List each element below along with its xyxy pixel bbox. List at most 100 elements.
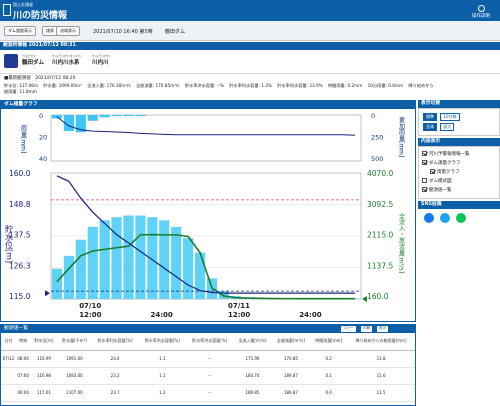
help-label: 操作説明	[472, 14, 490, 19]
content-option-0[interactable]: 河川予警報情報一覧	[422, 150, 496, 159]
table-cell: 23.4	[91, 350, 139, 368]
flow-tick: 4070.0	[367, 169, 393, 178]
copy-button[interactable]: コピー	[341, 326, 356, 332]
inflow-bar	[87, 226, 98, 299]
table-cell: 1083.00	[57, 367, 92, 385]
inflow-bar	[183, 238, 194, 299]
table-cell: 189.87	[271, 384, 311, 402]
table-header-cell: 時刻	[15, 333, 31, 351]
help-button[interactable]: 操作説明	[472, 5, 490, 19]
whole-chip[interactable]: 全体	[423, 123, 437, 131]
table-header-cell: 時間雨量[mm]	[310, 333, 348, 351]
basin-button[interactable]: 流域表示	[56, 26, 80, 36]
inflow-bar	[194, 252, 206, 299]
level-axis-label: 貯水位[m]	[5, 224, 14, 263]
checkbox-icon[interactable]	[422, 160, 427, 165]
app-header: 国土交通省 川の防災情報 操作説明	[0, 0, 500, 21]
x-day-label: 07/11	[228, 302, 250, 310]
inflow-bar	[51, 268, 63, 299]
flow-tick: 3092.5	[367, 200, 393, 209]
table-cell: --	[185, 384, 234, 402]
rain-bar	[111, 115, 122, 117]
standard-chip[interactable]: 標準	[423, 113, 437, 121]
content-bar: 内容表示	[418, 138, 500, 146]
table-body: 07/12 08:00 116.99 1091.00 23.4 1.1 -- 175.99 17…	[1, 350, 415, 402]
app-title: 川の防災情報	[13, 11, 68, 21]
inflow-bar	[171, 226, 182, 299]
dam-view-button[interactable]: ダム諸量表示	[4, 26, 36, 36]
cum-tick: 0	[371, 112, 375, 120]
table-cell: 08:00	[15, 350, 31, 368]
river-system: 川内川水系	[52, 60, 80, 66]
table-cell	[1, 384, 16, 402]
table-cell: 23.7	[91, 384, 139, 402]
checkbox-icon[interactable]	[422, 178, 427, 183]
line-icon[interactable]	[456, 213, 466, 223]
table-cell: 0.0	[310, 384, 348, 402]
observatory-bar: 観測所情報 2021/07/12 08:31	[0, 42, 500, 50]
table-cell: 11.6	[347, 367, 415, 385]
table-cell: 11.5	[347, 384, 415, 402]
content-option-3[interactable]: ダム模式図	[422, 177, 496, 186]
flow-axis-label: 全流入・放流量[m³/s]	[398, 212, 405, 273]
flow-tick: 2115.0	[367, 231, 393, 240]
rain-tick: 0	[39, 112, 43, 120]
table-cell: 117.01	[30, 384, 58, 402]
observation-table-panel: 観測値一覧 コピー 印刷 表示 日付 時刻 貯水位[m] 貯水量[千m³] 貯水率利水容…	[0, 324, 416, 406]
flow-tick: 160.0	[367, 292, 389, 301]
dam-name-label: 鶴田ダム	[165, 29, 186, 35]
content-option-2[interactable]: 雨量グラフ	[422, 168, 496, 177]
table-cell: --	[185, 350, 234, 368]
table-header-cell: 貯水位[m]	[30, 333, 58, 351]
stats-summary: 貯水位: 117.06m 貯水量: 1099.00m³ 全流入量: 176.30…	[4, 83, 499, 95]
chart-bar: ダム諸量グラフ	[1, 101, 415, 109]
print-button[interactable]: 印刷	[361, 326, 373, 332]
datetime-label: 2021/07/10 16:40 第5時	[93, 29, 153, 35]
table-cell: 1.1	[138, 350, 186, 368]
inflow-bar	[147, 217, 158, 299]
content-option-label: 雨量グラフ	[437, 170, 460, 175]
table-cell: 1091.00	[57, 350, 92, 368]
inflow-bar	[123, 215, 134, 299]
stat-flood-rate: 貯水率洪水容量: --%	[184, 83, 224, 88]
table-header-cell: 貯水率利水容量[%]	[91, 333, 139, 351]
table-cell: 189.87	[271, 367, 311, 385]
facebook-icon[interactable]	[424, 213, 434, 223]
content-option-label: ダム模式図	[429, 179, 452, 184]
table-cell: 116.99	[30, 350, 58, 368]
display-button[interactable]: 表示	[377, 326, 389, 332]
table-header-cell: 貯水率洪水容量[%]	[185, 333, 234, 351]
table-cell: 0.1	[310, 367, 348, 385]
content-list: 河川予警報情報一覧 ダム諸量グラフ雨量グラフダム模式図観測値一覧	[418, 146, 500, 199]
table-cell: 184.74	[233, 367, 272, 385]
rain-tick: 40	[39, 155, 47, 163]
dam-icon	[4, 54, 18, 68]
table-cell: 07/12	[1, 350, 16, 368]
latest-label: ■最新観測値	[4, 76, 31, 81]
rain-panel-frame	[50, 114, 362, 162]
10min-chip[interactable]: 10分毎	[440, 113, 460, 121]
twitter-icon[interactable]	[440, 213, 450, 223]
table-cell: 07:00	[15, 367, 31, 385]
x-time-label: 24:00	[151, 311, 173, 319]
checkbox-icon[interactable]	[430, 169, 435, 174]
x-day-label: 07/10	[79, 302, 101, 310]
level-tick: 160.0	[9, 169, 31, 178]
rain-axis-label: 雨量[mm]	[20, 125, 27, 153]
stat-outflow: 全放流量: 170.85m³/s	[135, 83, 180, 88]
dam-name: 鶴田ダム	[22, 60, 45, 66]
cum-axis-label: 累加雨量[mm]	[398, 117, 405, 157]
checkbox-icon[interactable]	[422, 151, 427, 156]
checkbox-icon[interactable]	[422, 187, 427, 192]
rain-bar	[51, 115, 63, 119]
observatory-info: つるだだむ 鶴田ダム せんだいがわすいけい 川内川水系 せんだいがわ 川内川	[0, 50, 500, 74]
rain-bar	[99, 115, 110, 118]
content-option-4[interactable]: 観測値一覧	[422, 186, 496, 195]
content-option-1[interactable]: ダム諸量グラフ	[422, 159, 496, 168]
display-switch-bar: 表示切替	[418, 100, 500, 108]
table-cell: 175.99	[233, 350, 272, 368]
flow-marker-icon	[362, 296, 367, 302]
zoom-chip[interactable]: 拡大	[440, 123, 455, 131]
table-row: 07:00 116.98 1083.00 23.2 1.1 -- 184.74 189.87 0…	[1, 367, 415, 385]
stat-total-rain: 総雨量: 11.8mm	[4, 89, 37, 94]
